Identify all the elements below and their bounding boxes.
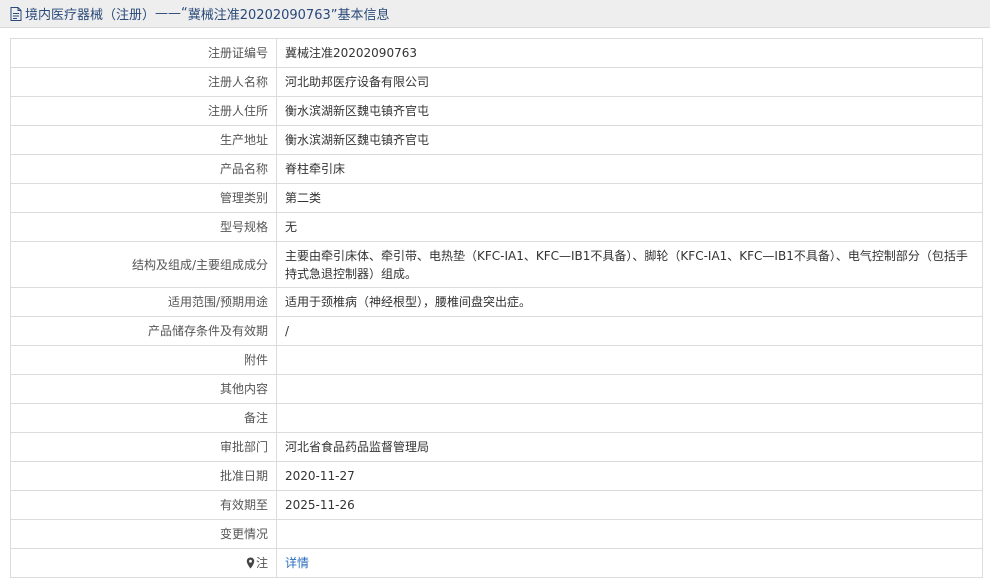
- field-value: 主要由牵引床体、牵引带、电热垫（KFC-ⅠA1、KFC—ⅠB1不具备）、脚轮（K…: [276, 241, 983, 288]
- field-value: 衡水滨湖新区魏屯镇齐官屯: [276, 125, 983, 155]
- document-icon: [10, 6, 22, 21]
- field-value: 河北省食品药品监督管理局: [276, 432, 983, 462]
- header-suffix: ”基本信息: [330, 8, 390, 23]
- field-label: 备注: [10, 403, 277, 433]
- field-label: 批准日期: [10, 461, 277, 491]
- field-label: 审批部门: [10, 432, 277, 462]
- header-category: 境内医疗器械（注册）: [25, 8, 156, 23]
- table-row: 审批部门 河北省食品药品监督管理局: [10, 432, 983, 462]
- field-label: 结构及组成/主要组成成分: [10, 241, 277, 288]
- field-label: 适用范围/预期用途: [10, 287, 277, 317]
- field-label: 注册人名称: [10, 67, 277, 97]
- header-reg-no: 冀械注准20202090763: [187, 8, 331, 23]
- table-row: 管理类别 第二类: [10, 183, 983, 213]
- field-label: 产品名称: [10, 154, 277, 184]
- location-pin-icon: [246, 557, 255, 569]
- field-label: 变更情况: [10, 519, 277, 549]
- field-value: 衡水滨湖新区魏屯镇齐官屯: [276, 96, 983, 126]
- field-value: [276, 345, 983, 375]
- field-label: 有效期至: [10, 490, 277, 520]
- table-row: 结构及组成/主要组成成分 主要由牵引床体、牵引带、电热垫（KFC-ⅠA1、KFC…: [10, 241, 983, 288]
- field-value: 2025-11-26: [276, 490, 983, 520]
- table-row: 注册人住所 衡水滨湖新区魏屯镇齐官屯: [10, 96, 983, 126]
- table-row-note: 注 详情: [10, 548, 983, 578]
- table-row: 注册人名称 河北助邦医疗设备有限公司: [10, 67, 983, 97]
- field-value: 2020-11-27: [276, 461, 983, 491]
- table-row: 产品储存条件及有效期 /: [10, 316, 983, 346]
- field-label: 注册证编号: [10, 38, 277, 68]
- field-value: 适用于颈椎病（神经根型），腰椎间盘突出症。: [276, 287, 983, 317]
- table-row: 变更情况: [10, 519, 983, 549]
- table-row: 附件: [10, 345, 983, 375]
- details-link[interactable]: 详情: [285, 556, 309, 570]
- table-row: 注册证编号 冀械注准20202090763: [10, 38, 983, 68]
- table-row: 型号规格 无: [10, 212, 983, 242]
- table-row: 生产地址 衡水滨湖新区魏屯镇齐官屯: [10, 125, 983, 155]
- field-value: 河北助邦医疗设备有限公司: [276, 67, 983, 97]
- table-row: 产品名称 脊柱牵引床: [10, 154, 983, 184]
- field-label: 产品储存条件及有效期: [10, 316, 277, 346]
- table-row: 其他内容: [10, 374, 983, 404]
- field-value: 第二类: [276, 183, 983, 213]
- field-value: [276, 374, 983, 404]
- field-label: 型号规格: [10, 212, 277, 242]
- field-value: 无: [276, 212, 983, 242]
- note-value-cell: 详情: [276, 548, 983, 578]
- header-separator: ——“: [155, 6, 188, 21]
- note-label-cell: 注: [10, 548, 277, 578]
- table-row: 批准日期 2020-11-27: [10, 461, 983, 491]
- field-value: [276, 403, 983, 433]
- field-label: 生产地址: [10, 125, 277, 155]
- table-row: 有效期至 2025-11-26: [10, 490, 983, 520]
- info-table-container: 注册证编号 冀械注准20202090763 注册人名称 河北助邦医疗设备有限公司…: [10, 38, 983, 578]
- info-table: 注册证编号 冀械注准20202090763 注册人名称 河北助邦医疗设备有限公司…: [10, 38, 983, 578]
- page-header: 境内医疗器械（注册） ——“ 冀械注准20202090763 ”基本信息: [0, 0, 990, 28]
- field-label: 其他内容: [10, 374, 277, 404]
- field-value: [276, 519, 983, 549]
- field-label: 附件: [10, 345, 277, 375]
- field-label: 注册人住所: [10, 96, 277, 126]
- table-row: 备注: [10, 403, 983, 433]
- field-value: 冀械注准20202090763: [276, 38, 983, 68]
- field-value: 脊柱牵引床: [276, 154, 983, 184]
- field-label: 管理类别: [10, 183, 277, 213]
- field-value: /: [276, 316, 983, 346]
- table-row: 适用范围/预期用途 适用于颈椎病（神经根型），腰椎间盘突出症。: [10, 287, 983, 317]
- note-label: 注: [255, 556, 268, 570]
